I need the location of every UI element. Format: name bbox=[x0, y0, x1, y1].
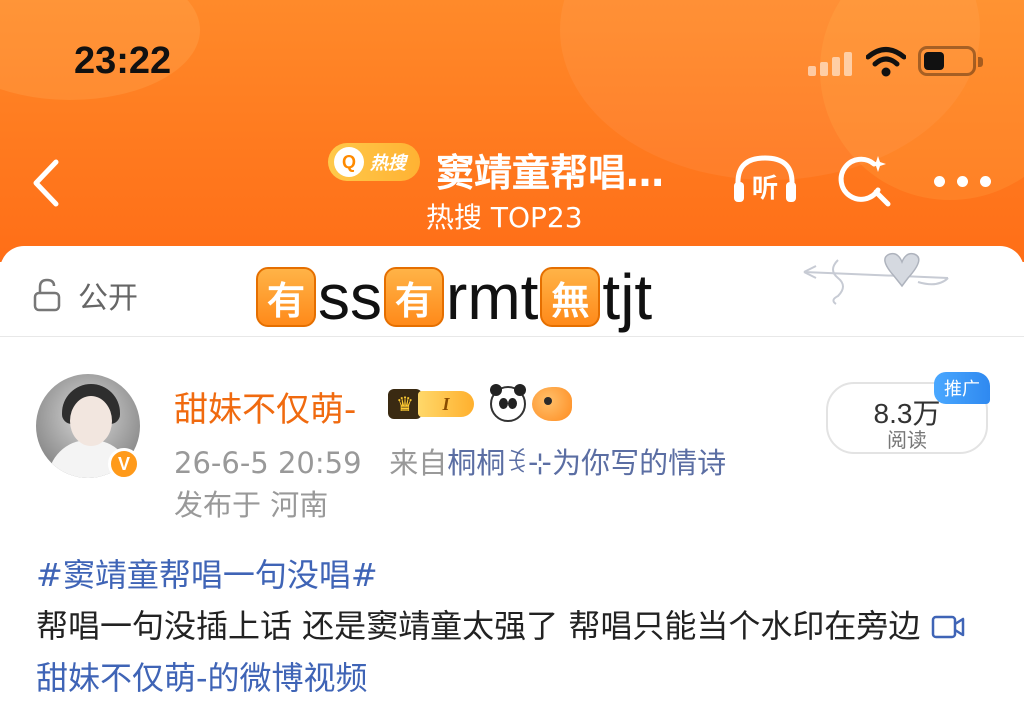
fish-badge-icon[interactable] bbox=[532, 387, 572, 421]
crown-icon: ♛ bbox=[388, 389, 422, 419]
hot-search-q-icon: Q bbox=[334, 147, 364, 177]
top-banner: 23:22 Q 热搜 窦靖童帮唱… 热搜 TOP23 听 bbox=[0, 0, 1024, 262]
sticker-text: ss bbox=[318, 261, 382, 333]
more-icon[interactable] bbox=[934, 176, 992, 188]
post-source-link[interactable]: 桐桐ꉂ⊹为你写的情诗 bbox=[447, 446, 726, 480]
verified-badge-icon: V bbox=[108, 448, 140, 480]
unlock-icon bbox=[33, 278, 61, 312]
video-icon bbox=[931, 615, 964, 639]
video-link-label: 甜妹不仅萌-的微博视频 bbox=[36, 659, 368, 697]
back-icon[interactable] bbox=[28, 158, 68, 208]
post-body: 帮唱一句没插上话 还是窦靖童太强了 帮唱只能当个水印在旁边 甜妹不仅萌-的微博视… bbox=[36, 600, 986, 704]
signal-icon bbox=[808, 52, 854, 76]
status-time: 23:22 bbox=[74, 40, 172, 82]
emoji-none-icon: 無 bbox=[540, 267, 601, 327]
post-body-text: 帮唱一句没插上话 还是窦靖童太强了 帮唱只能当个水印在旁边 bbox=[36, 607, 921, 645]
wifi-icon bbox=[866, 47, 906, 77]
level-badge: I bbox=[418, 391, 474, 417]
divider bbox=[0, 336, 1024, 337]
battery-icon bbox=[918, 46, 983, 76]
username[interactable]: 甜妹不仅萌- bbox=[174, 382, 356, 431]
post-location: 发布于 河南 bbox=[174, 488, 329, 522]
user-badges: ♛ I bbox=[388, 384, 572, 424]
sticker-text: rmt bbox=[446, 261, 539, 333]
headphones-icon: 听 bbox=[734, 155, 796, 204]
hot-search-badge-label: 热搜 bbox=[370, 153, 406, 174]
emoji-have-icon: 有 bbox=[256, 267, 316, 327]
source-prefix: 来自 bbox=[389, 446, 448, 480]
panda-badge-icon[interactable] bbox=[490, 384, 526, 422]
page-title[interactable]: 窦靖童帮唱… bbox=[436, 142, 664, 197]
reads-label: 阅读 bbox=[887, 428, 927, 452]
sparkle-search-icon[interactable] bbox=[834, 152, 894, 212]
listen-button[interactable]: 听 bbox=[730, 150, 800, 210]
sticker-text: tjt bbox=[602, 261, 653, 333]
visibility-indicator: 公开 bbox=[32, 275, 138, 316]
emoji-have-icon: 有 bbox=[384, 267, 444, 327]
vip-crown-badge[interactable]: ♛ I bbox=[388, 387, 484, 421]
listen-label: 听 bbox=[752, 174, 778, 204]
post-date: 26-6-5 20:59 bbox=[174, 446, 362, 480]
nickname-sticker: 有 ss 有 rmt 無 tjt bbox=[256, 264, 654, 330]
page-subtitle: 热搜 TOP23 bbox=[426, 201, 583, 234]
hashtag-link[interactable]: #窦靖童帮唱一句没唱# bbox=[36, 550, 378, 596]
post-meta: 26-6-5 20:59 来自桐桐ꉂ⊹为你写的情诗 bbox=[174, 440, 726, 482]
hot-search-badge: Q 热搜 bbox=[328, 143, 420, 181]
visibility-label: 公开 bbox=[78, 281, 138, 316]
promo-tag: 推广 bbox=[934, 372, 990, 404]
heart-arrow-decoration-icon bbox=[803, 252, 949, 305]
